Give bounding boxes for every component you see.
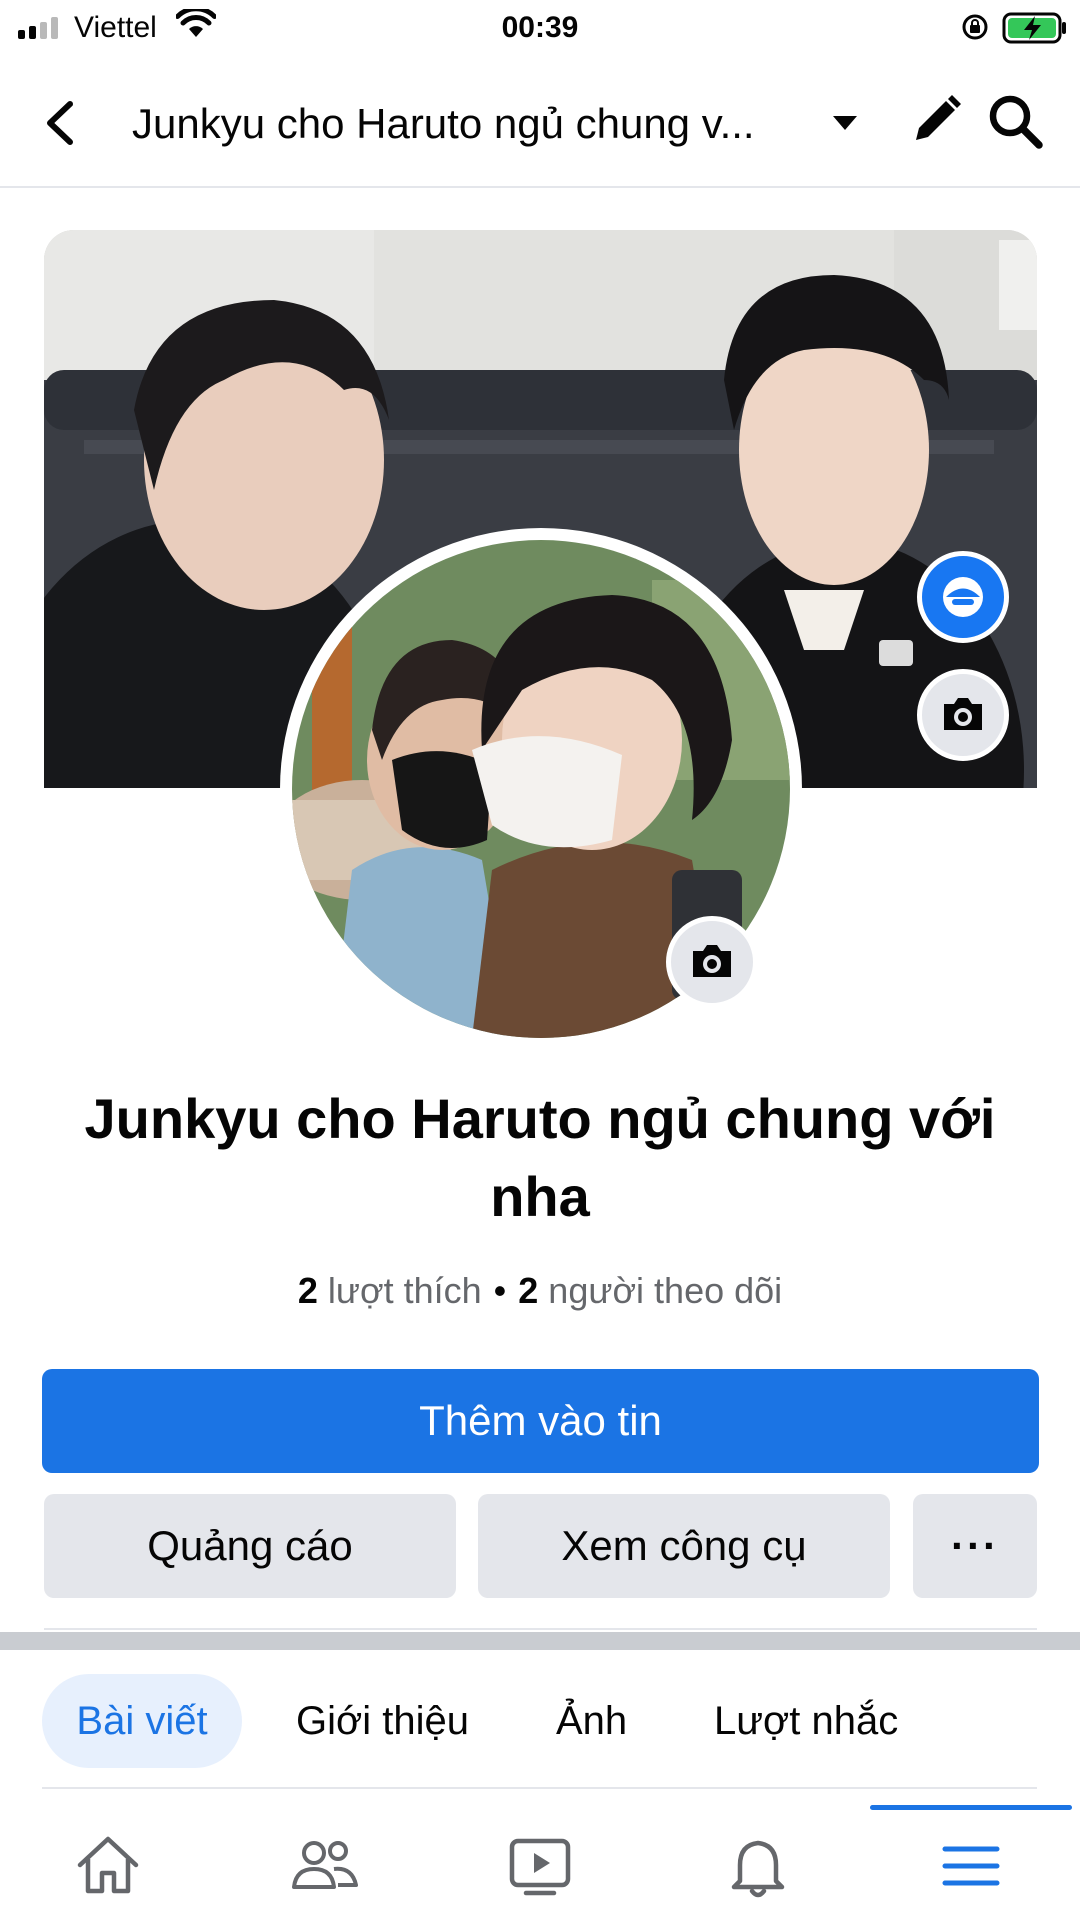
divider — [44, 1628, 1037, 1630]
view-tools-button[interactable]: Xem công cụ — [478, 1494, 890, 1598]
avatar-switch-button[interactable] — [917, 551, 1009, 643]
edit-icon[interactable] — [908, 92, 964, 153]
likes-label: lượt thích — [327, 1270, 482, 1311]
cover-camera-icon[interactable] — [917, 669, 1009, 761]
notifications-icon[interactable] — [718, 1829, 798, 1903]
back-icon[interactable] — [40, 98, 80, 153]
page-header: Junkyu cho Haruto ngủ chung v... — [0, 58, 1080, 188]
separator-dot: • — [493, 1270, 507, 1311]
caret-down-icon[interactable] — [832, 114, 858, 137]
followers-label: người theo dõi — [548, 1270, 783, 1311]
tab-posts[interactable]: Bài viết — [42, 1674, 242, 1768]
tab-mentions[interactable]: Lượt nhắc — [714, 1674, 898, 1768]
bottom-nav — [0, 1805, 1080, 1920]
page-name: Junkyu cho Haruto ngủ chung với nha — [84, 1087, 996, 1228]
add-to-story-button[interactable]: Thêm vào tin — [42, 1369, 1039, 1473]
likes-count: 2 — [297, 1270, 318, 1311]
followers-count: 2 — [518, 1270, 539, 1311]
status-bar: Viettel 00:39 — [0, 0, 1080, 58]
rotation-lock-icon — [960, 12, 990, 47]
watch-icon[interactable] — [500, 1829, 580, 1903]
page-stats: 2 lượt thích • 2 người theo dõi — [0, 1266, 1080, 1316]
section-divider — [0, 1632, 1080, 1650]
clock: 00:39 — [501, 11, 579, 44]
search-icon[interactable] — [986, 92, 1046, 157]
tab-about[interactable]: Giới thiệu — [296, 1674, 469, 1768]
header-title[interactable]: Junkyu cho Haruto ngủ chung v... — [132, 94, 812, 154]
active-tab-indicator — [870, 1805, 1072, 1810]
home-icon[interactable] — [68, 1829, 148, 1903]
profile-camera-icon[interactable] — [666, 916, 758, 1008]
divider — [42, 1787, 1037, 1789]
friends-icon[interactable] — [284, 1829, 364, 1903]
ads-button[interactable]: Quảng cáo — [44, 1494, 456, 1598]
more-options-button[interactable]: ··· — [913, 1494, 1037, 1598]
tab-photos[interactable]: Ảnh — [556, 1674, 627, 1768]
menu-icon[interactable] — [931, 1829, 1011, 1903]
battery-charging-icon — [1002, 11, 1068, 50]
profile-tabs: Bài viết Giới thiệu Ảnh Lượt nhắc — [0, 1650, 1080, 1804]
